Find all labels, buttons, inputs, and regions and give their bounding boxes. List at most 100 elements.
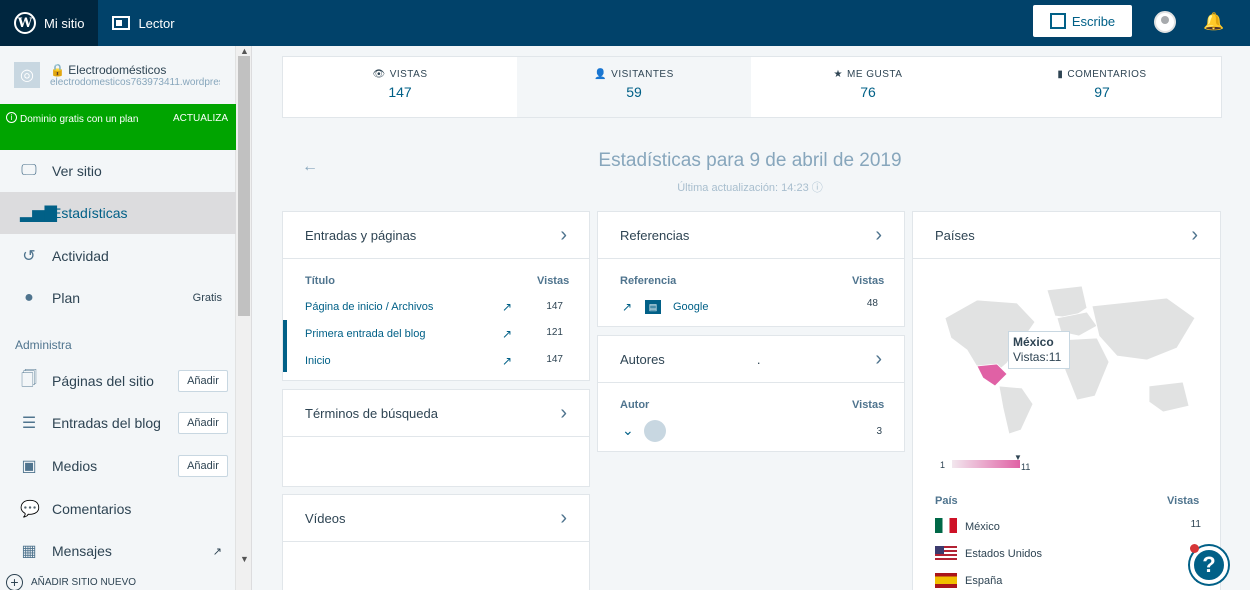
chevron-right-icon: ›: [560, 223, 567, 246]
mexico-flag-icon: [935, 518, 957, 533]
col-title: Título: [305, 275, 335, 287]
table-row-views: 48: [866, 298, 878, 309]
site-card[interactable]: ◎ 🔒 Electrodomésticos electrodomesticos7…: [0, 46, 236, 104]
videos-header[interactable]: Vídeos ›: [283, 495, 589, 542]
australia-shape: [1148, 381, 1190, 413]
legend-min: 1: [940, 460, 946, 470]
external-link-icon[interactable]: ↗: [502, 300, 512, 314]
stat-comments[interactable]: ▮ COMENTARIOS 97: [985, 57, 1219, 117]
col-referrer: Referencia: [620, 275, 677, 287]
sidebar-item-label: Medios: [52, 458, 98, 474]
sidebar-item-pages[interactable]: 🗍 Páginas del sitio Añadir: [0, 360, 236, 402]
write-button[interactable]: Escribe: [1033, 5, 1132, 37]
sidebar-item-label: Comentarios: [52, 501, 132, 517]
plus-circle-icon: +: [6, 574, 23, 590]
scroll-down-arrow-icon[interactable]: ▼: [240, 554, 249, 564]
sidebar-item-feedback[interactable]: ▦ Mensajes ↗: [0, 530, 236, 572]
col-country: País: [935, 495, 958, 507]
add-page-button[interactable]: Añadir: [178, 370, 228, 392]
authors-header[interactable]: Autores. ›: [598, 336, 904, 383]
external-link-icon[interactable]: ↗: [502, 354, 512, 368]
sidebar-item-label: Entradas del blog: [52, 415, 161, 431]
card-title: Autores.: [620, 351, 761, 367]
countries-header[interactable]: Países ›: [913, 212, 1220, 259]
monitor-icon: 🖵: [21, 162, 37, 179]
sidebar-item-activity[interactable]: ↺ Actividad: [0, 235, 236, 277]
stat-views[interactable]: 👁 VISTAS 147: [283, 57, 517, 117]
scroll-thumb[interactable]: [238, 56, 250, 316]
table-row-link[interactable]: Inicio: [305, 355, 331, 367]
plan-icon: ●: [24, 289, 34, 306]
external-link-icon[interactable]: ↗: [502, 327, 512, 341]
site-globe-icon: ◎: [14, 62, 40, 88]
usa-flag-icon: [935, 546, 957, 561]
col-views: Vistas: [852, 275, 885, 287]
card-title: Entradas y páginas: [305, 227, 417, 243]
table-row-link[interactable]: Primera entrada del blog: [305, 328, 425, 340]
write-label: Escribe: [1071, 13, 1116, 29]
table-row-link[interactable]: Google: [673, 301, 708, 313]
external-link-icon: ↗: [212, 545, 222, 558]
stat-label: VISTAS: [389, 69, 428, 80]
search-terms-header[interactable]: Términos de búsqueda ›: [283, 390, 589, 437]
stat-likes[interactable]: ★ ME GUSTA 76: [751, 57, 985, 117]
spain-flag-icon: [935, 573, 957, 588]
upgrade-text: Dominio gratis con un plan: [20, 114, 139, 125]
external-link-icon[interactable]: ↗: [622, 300, 632, 314]
manage-section-label: Administra: [15, 338, 72, 352]
my-site-label: Mi sitio: [44, 15, 85, 31]
reader-icon: [112, 16, 131, 30]
stat-visitors[interactable]: 👤 VISITANTES 59: [517, 57, 751, 117]
row-highlight: [283, 320, 287, 372]
add-new-site-button[interactable]: + AÑADIR SITIO NUEVO: [6, 574, 136, 590]
feedback-icon: ▦: [21, 543, 37, 560]
country-views: 11: [1190, 519, 1201, 530]
sidebar-item-view-site[interactable]: 🖵 Ver sitio: [0, 150, 236, 192]
table-row-views: 147: [546, 354, 563, 365]
card-title: Términos de búsqueda: [305, 405, 438, 421]
stat-value: 97: [1094, 84, 1110, 100]
countries-card: Países › 1 11 País Vistas México 11 Esta…: [913, 212, 1220, 590]
my-site-link[interactable]: W Mi sitio: [0, 0, 99, 46]
notifications-bell-icon[interactable]: 🔔: [1203, 12, 1224, 32]
sidebar-item-posts[interactable]: ☰ Entradas del blog Añadir: [0, 402, 236, 444]
user-avatar[interactable]: [1154, 11, 1176, 33]
media-icon: ▣: [21, 458, 37, 475]
upgrade-cta[interactable]: ACTUALIZA: [173, 113, 228, 124]
period-title: Estadísticas para 9 de abril de 2019: [598, 150, 902, 171]
posts-card-header[interactable]: Entradas y páginas ›: [283, 212, 589, 259]
table-row-link[interactable]: Página de inicio / Archivos: [305, 301, 433, 313]
sidebar-item-label: Estadísticas: [52, 205, 128, 221]
upgrade-nudge[interactable]: i Dominio gratis con un plan ACTUALIZA: [0, 104, 236, 150]
stat-value: 76: [860, 84, 876, 100]
col-views: Vistas: [852, 399, 885, 411]
scroll-up-arrow-icon[interactable]: ▲: [240, 46, 249, 56]
sidebar-scrollbar[interactable]: ▲ ▼: [236, 46, 252, 590]
chevron-down-icon[interactable]: ⌄: [622, 422, 634, 439]
authors-card: Autores. › Autor Vistas ⌄ 3: [598, 336, 904, 451]
reader-label: Lector: [138, 15, 175, 31]
asia-shape: [1091, 297, 1196, 361]
table-row-views: 121: [546, 327, 563, 338]
card-title: Países: [935, 227, 975, 243]
sidebar-item-label: Actividad: [52, 248, 109, 264]
plan-badge: Gratis: [192, 292, 222, 304]
sidebar-item-label: Ver sitio: [52, 163, 102, 179]
legend-gradient: [952, 460, 1020, 468]
country-name: Estados Unidos: [965, 548, 1043, 560]
sidebar-item-comments[interactable]: 💬 Comentarios: [0, 488, 236, 530]
referrers-header[interactable]: Referencias ›: [598, 212, 904, 259]
tooltip-country: México: [1013, 335, 1054, 349]
tooltip-views: Vistas:11: [1013, 350, 1062, 364]
table-row-views: 3: [876, 426, 882, 437]
sidebar-item-label: Mensajes: [52, 543, 112, 559]
sidebar-item-stats[interactable]: ▂▅▇ Estadísticas: [0, 192, 236, 234]
chevron-right-icon: ›: [875, 223, 882, 246]
write-icon: [1049, 13, 1066, 29]
sidebar-item-media[interactable]: ▣ Medios Añadir: [0, 445, 236, 487]
sidebar-item-plan[interactable]: ● Plan Gratis: [0, 277, 236, 319]
add-media-button[interactable]: Añadir: [178, 455, 228, 477]
back-arrow-icon[interactable]: ←: [302, 158, 318, 176]
add-post-button[interactable]: Añadir: [178, 412, 228, 434]
reader-link[interactable]: Lector: [98, 0, 188, 46]
